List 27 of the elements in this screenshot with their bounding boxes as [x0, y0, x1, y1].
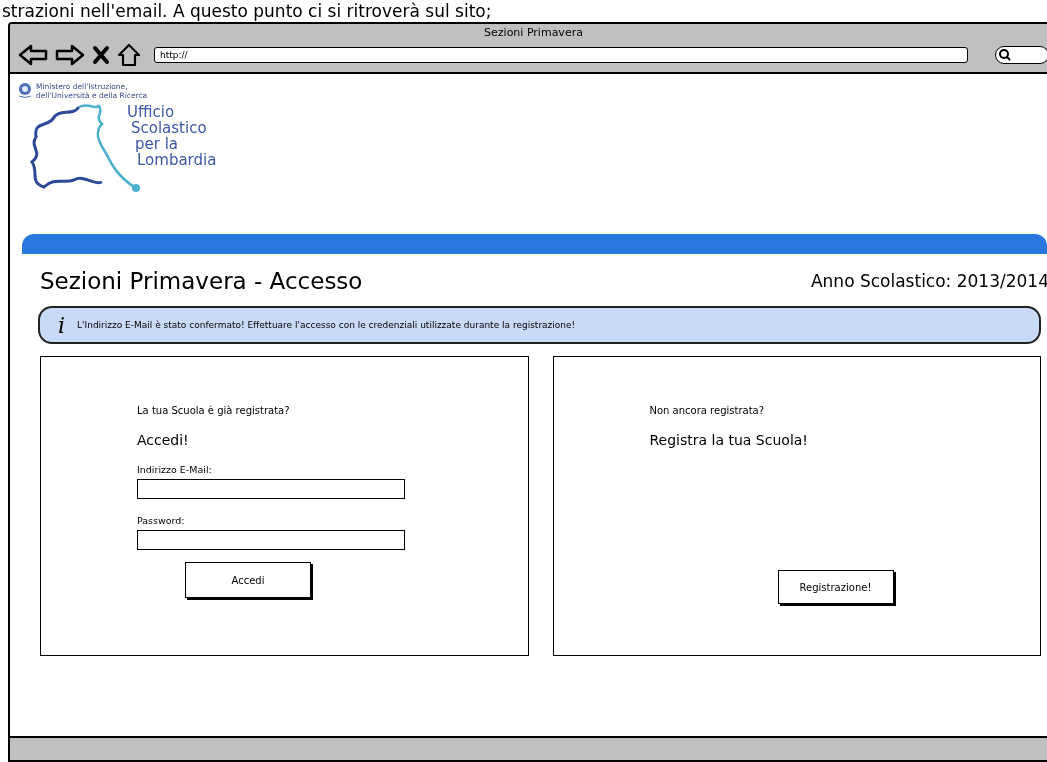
close-icon[interactable]: [92, 45, 110, 65]
info-icon: i: [58, 312, 66, 338]
office-name: Ufficio: [127, 104, 176, 120]
emblem-icon: [18, 82, 32, 98]
window-title: Sezioni Primavera: [483, 25, 584, 40]
panel-question: La tua Scuola è già registrata?: [137, 405, 291, 416]
home-icon[interactable]: [117, 43, 141, 67]
field-label: Indirizzo E-Mail:: [137, 464, 213, 475]
input-field[interactable]: [137, 530, 405, 550]
office-name: per la: [134, 136, 179, 152]
office-name: Scolastico: [130, 120, 208, 136]
register-button[interactable]: Registrazione!: [777, 570, 894, 604]
back-icon[interactable]: [18, 44, 48, 66]
login-button[interactable]: Accedi: [185, 562, 311, 598]
field-label: Password:: [137, 515, 186, 526]
page-heading: Sezioni Primavera - Accesso: [40, 268, 363, 294]
alert-message: L'Indirizzo E-Mail è stato confermato! Effettuare l'accesso con le credenziali utilizzate durante la registrazione!: [77, 320, 576, 330]
panel-question: Non ancora registrata?: [649, 405, 765, 416]
search-field[interactable]: [995, 46, 1047, 64]
office-name: Lombardia: [137, 152, 217, 168]
forward-icon[interactable]: [55, 44, 85, 66]
caption-text: strazioni nell'email. A questo punto ci si ritroverà sul sito;: [2, 0, 492, 22]
input-field[interactable]: [137, 479, 405, 499]
search-icon: [998, 48, 1012, 62]
panel-title: Registra la tua Scuola!: [649, 432, 809, 448]
address-field[interactable]: http://: [154, 47, 968, 63]
panel-title: Accedi!: [137, 432, 190, 448]
